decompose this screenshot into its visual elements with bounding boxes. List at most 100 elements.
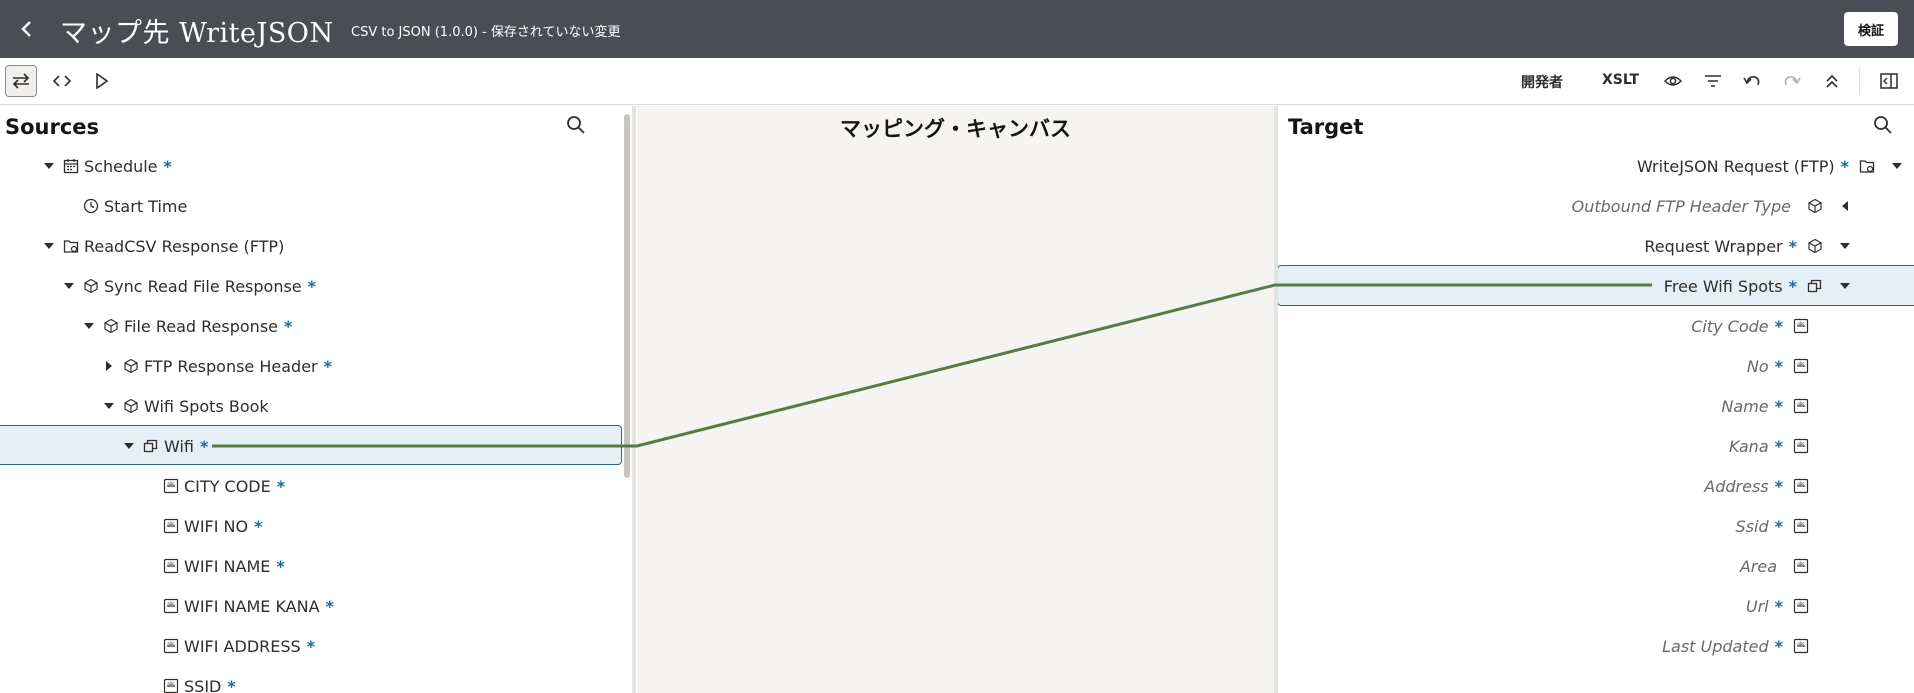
- string-field-icon: abc: [1793, 398, 1809, 414]
- target-node-kana[interactable]: Kana * abc: [1729, 426, 1814, 466]
- collapse-caret-icon[interactable]: [120, 437, 138, 455]
- required-marker: *: [1774, 596, 1783, 616]
- source-node-label: Schedule: [84, 156, 158, 176]
- source-node-readcsv-response-ftp[interactable]: ReadCSV Response (FTP): [40, 226, 284, 266]
- svg-text:abc: abc: [1797, 641, 1804, 646]
- source-node-label: WIFI NAME KANA: [184, 596, 320, 616]
- svg-text:abc: abc: [167, 481, 174, 486]
- target-panel: Target WriteJSON Request (FTP) * Outbound …: [1278, 106, 1914, 693]
- required-marker: *: [276, 476, 286, 496]
- source-node-city-code[interactable]: abc CITY CODE *: [140, 466, 285, 506]
- target-search-button[interactable]: [1868, 110, 1898, 140]
- source-node-start-time[interactable]: Start Time: [60, 186, 187, 226]
- code-view-button[interactable]: [46, 65, 78, 97]
- source-node-label: File Read Response: [124, 316, 278, 336]
- validate-button[interactable]: 検証: [1843, 12, 1898, 46]
- source-node-ssid[interactable]: abc SSID *: [140, 666, 236, 693]
- source-node-label: SSID: [184, 676, 222, 693]
- svg-text:abc: abc: [167, 561, 174, 566]
- string-field-icon: abc: [1793, 358, 1809, 374]
- undo-button[interactable]: [1736, 65, 1768, 97]
- canvas-title: マッピング・キャンバス: [840, 117, 1071, 141]
- source-node-wifi[interactable]: Wifi *: [120, 426, 208, 466]
- source-node-wifi-name-kana[interactable]: abc WIFI NAME KANA *: [140, 586, 334, 626]
- clock-icon: [83, 198, 99, 214]
- filter-button[interactable]: [1697, 65, 1729, 97]
- target-node-writejson-request-ftp[interactable]: WriteJSON Request (FTP) *: [1637, 146, 1906, 186]
- redo-button[interactable]: [1776, 65, 1808, 97]
- sources-scrollbar[interactable]: [624, 114, 630, 478]
- target-node-name[interactable]: Name * abc: [1721, 386, 1814, 426]
- target-node-area[interactable]: Area abc: [1740, 546, 1814, 586]
- source-node-schedule[interactable]: Schedule *: [40, 146, 172, 186]
- required-marker: *: [1774, 636, 1783, 656]
- expand-caret-icon[interactable]: [100, 357, 118, 375]
- target-node-label: City Code: [1691, 316, 1769, 336]
- collapse-caret-icon[interactable]: [100, 397, 118, 415]
- code-icon: [53, 75, 71, 87]
- toggle-panel-button[interactable]: [1873, 65, 1905, 97]
- svg-text:abc: abc: [167, 521, 174, 526]
- test-run-button[interactable]: [86, 65, 118, 97]
- target-node-outbound-ftp-header-type[interactable]: Outbound FTP Header Type: [1572, 186, 1854, 226]
- collapse-caret-icon[interactable]: [40, 237, 58, 255]
- source-node-file-read-response[interactable]: File Read Response *: [80, 306, 292, 346]
- expand-caret-icon[interactable]: [1836, 197, 1854, 215]
- collapse-caret-icon[interactable]: [60, 277, 78, 295]
- source-node-wifi-address[interactable]: abc WIFI ADDRESS *: [140, 626, 315, 666]
- string-field-icon: abc: [1793, 518, 1809, 534]
- required-marker: *: [227, 676, 236, 693]
- source-node-label: Sync Read File Response: [104, 276, 302, 296]
- target-node-city-code[interactable]: City Code * abc: [1691, 306, 1814, 346]
- target-node-label: WriteJSON Request (FTP): [1636, 156, 1835, 176]
- collapse-caret-icon[interactable]: [1836, 237, 1854, 255]
- source-node-wifi-no[interactable]: abc WIFI NO *: [140, 506, 262, 546]
- string-field-icon: abc: [163, 518, 179, 534]
- source-node-wifi-name[interactable]: abc WIFI NAME *: [140, 546, 285, 586]
- source-node-sync-read-file-response[interactable]: Sync Read File Response *: [60, 266, 316, 306]
- search-icon: [1874, 116, 1892, 134]
- collapse-caret-icon[interactable]: [40, 157, 58, 175]
- mapping-canvas[interactable]: マッピング・キャンバス: [637, 106, 1274, 693]
- string-field-icon: abc: [1793, 478, 1809, 494]
- target-node-free-wifi-spots[interactable]: Free Wifi Spots *: [1664, 266, 1854, 306]
- collapse-all-button[interactable]: [1816, 65, 1848, 97]
- collapse-caret-icon[interactable]: [80, 317, 98, 335]
- target-node-label: Last Updated: [1662, 636, 1769, 656]
- collapse-caret-icon[interactable]: [1888, 157, 1906, 175]
- svg-text:abc: abc: [167, 601, 174, 606]
- developer-mode-button[interactable]: 開発者: [1521, 72, 1563, 92]
- source-node-ftp-response-header[interactable]: FTP Response Header *: [100, 346, 332, 386]
- svg-text:abc: abc: [1797, 361, 1804, 366]
- left-splitter[interactable]: [632, 106, 636, 693]
- xslt-button[interactable]: XSLT: [1602, 72, 1639, 88]
- required-marker: *: [254, 516, 263, 536]
- mapper-toolbar: 開発者 XSLT: [0, 58, 1914, 105]
- target-node-label: Ssid: [1735, 516, 1769, 536]
- required-marker: *: [307, 276, 317, 296]
- required-marker: *: [323, 356, 332, 376]
- required-marker: *: [200, 436, 209, 456]
- search-icon: [567, 116, 585, 134]
- target-node-label: Address: [1704, 476, 1769, 496]
- svg-text:abc: abc: [1797, 601, 1804, 606]
- target-node-last-updated[interactable]: Last Updated * abc: [1662, 626, 1814, 666]
- target-node-no[interactable]: No * abc: [1747, 346, 1814, 386]
- svg-text:abc: abc: [1797, 441, 1804, 446]
- undo-icon: [1743, 76, 1760, 86]
- sources-search-button[interactable]: [561, 110, 591, 140]
- back-button[interactable]: [12, 14, 42, 44]
- target-node-url[interactable]: Url * abc: [1746, 586, 1814, 626]
- svg-text:abc: abc: [1797, 401, 1804, 406]
- calendar-icon: [63, 158, 79, 174]
- source-node-wifi-spots-book[interactable]: Wifi Spots Book: [100, 386, 269, 426]
- target-node-address[interactable]: Address * abc: [1704, 466, 1814, 506]
- mapping-view-toggle-button[interactable]: [5, 65, 37, 97]
- target-node-ssid[interactable]: Ssid * abc: [1736, 506, 1814, 546]
- view-options-button[interactable]: [1657, 65, 1689, 97]
- source-node-label: WIFI NAME: [184, 556, 271, 576]
- target-node-request-wrapper[interactable]: Request Wrapper *: [1644, 226, 1854, 266]
- collapse-caret-icon[interactable]: [1836, 277, 1854, 295]
- string-field-icon: abc: [1793, 318, 1809, 334]
- target-node-label: Request Wrapper: [1644, 236, 1783, 256]
